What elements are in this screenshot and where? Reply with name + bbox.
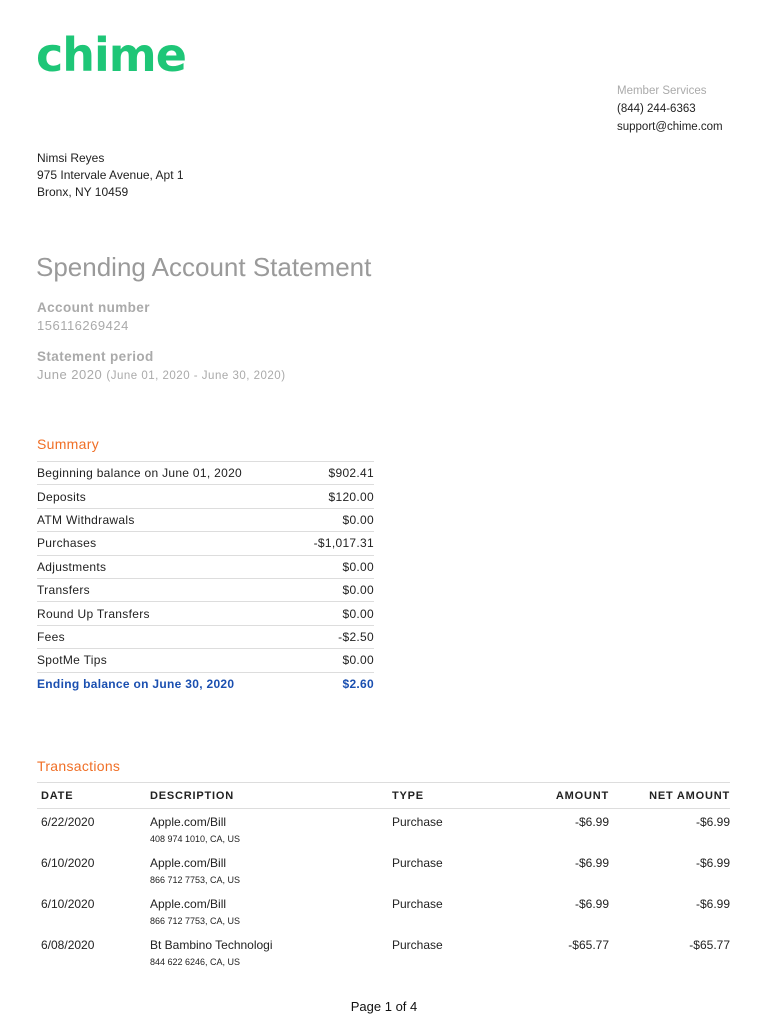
statement-period-range: (June 01, 2020 - June 30, 2020) — [106, 370, 286, 382]
summary-label: ATM Withdrawals — [37, 512, 135, 527]
summary-value: $0.00 — [342, 606, 374, 621]
summary-label: Adjustments — [37, 559, 107, 574]
summary-label: Purchases — [37, 536, 97, 551]
summary-label: Round Up Transfers — [37, 606, 150, 621]
summary-value: $0.00 — [342, 653, 374, 668]
summary-label: SpotMe Tips — [37, 653, 107, 668]
tx-merchant-info: 844 622 6246, CA, US — [150, 957, 241, 967]
summary-heading: Summary — [37, 436, 99, 452]
tx-merchant-info: 408 974 1010, CA, US — [150, 834, 241, 844]
summary-value: $0.00 — [342, 559, 374, 574]
summary-row: Beginning balance on June 01, 2020 $902.4… — [37, 462, 374, 486]
tx-date: 6/10/2020 — [41, 897, 95, 911]
summary-value: $0.00 — [342, 512, 374, 527]
tx-type: Purchase — [392, 815, 443, 829]
table-header: DATE DESCRIPTION TYPE AMOUNT NET AMOUNT — [37, 782, 730, 809]
transactions-table: DATE DESCRIPTION TYPE AMOUNT NET AMOUNT … — [37, 782, 730, 973]
address-line2: Bronx, NY 10459 — [37, 185, 129, 199]
summary-label: Fees — [37, 629, 65, 644]
summary-value: $120.00 — [328, 489, 374, 504]
summary-label: Deposits — [37, 489, 87, 504]
tx-date: 6/10/2020 — [41, 856, 95, 870]
table-row: 6/10/2020 Apple.com/Bill 866 712 7753, CA,… — [37, 850, 730, 891]
summary-row: Transfers $0.00 — [37, 579, 374, 603]
tx-amount: -$65.77 — [568, 938, 609, 952]
summary-row: ATM Withdrawals $0.00 — [37, 509, 374, 533]
tx-description: Bt Bambino Technologi — [150, 938, 273, 952]
summary-value: -$1,017.31 — [313, 536, 374, 551]
tx-date: 6/22/2020 — [41, 815, 95, 829]
account-number-value: 156116269424 — [37, 318, 129, 333]
col-description: DESCRIPTION — [150, 789, 234, 802]
col-net-amount: NET AMOUNT — [649, 789, 730, 802]
tx-date: 6/08/2020 — [41, 938, 95, 952]
phone: (844) 244-6363 — [617, 103, 696, 115]
page-title: Spending Account Statement — [36, 252, 372, 282]
tx-type: Purchase — [392, 897, 443, 911]
tx-description: Apple.com/Bill — [150, 815, 227, 829]
summary-value: $0.00 — [342, 583, 374, 598]
ending-balance-label: Ending balance on June 30, 2020 — [37, 677, 235, 692]
summary-table: Beginning balance on June 01, 2020 $902.4… — [37, 461, 374, 696]
member-services-label: Member Services — [617, 85, 707, 97]
summary-value: -$2.50 — [338, 629, 374, 644]
tx-net-amount: -$6.99 — [695, 856, 730, 870]
summary-row: SpotMe Tips $0.00 — [37, 649, 374, 673]
summary-label: Transfers — [37, 583, 90, 598]
table-row: 6/22/2020 Apple.com/Bill 408 974 1010, CA,… — [37, 809, 730, 850]
tx-type: Purchase — [392, 938, 443, 952]
tx-description: Apple.com/Bill — [150, 856, 227, 870]
account-number-label: Account number — [37, 300, 150, 315]
chime-logo: chime — [36, 28, 187, 82]
summary-label: Beginning balance on June 01, 2020 — [37, 466, 243, 481]
summary-row: Adjustments $0.00 — [37, 556, 374, 579]
summary-row: Deposits $120.00 — [37, 485, 374, 509]
summary-row: Fees -$2.50 — [37, 626, 374, 650]
member-services: Member Services (844) 244-6363 support@c… — [617, 82, 723, 136]
tx-type: Purchase — [392, 856, 443, 870]
tx-net-amount: -$65.77 — [689, 938, 730, 952]
transactions-heading: Transactions — [37, 758, 121, 774]
recipient-address: Nimsi Reyes 975 Intervale Avenue, Apt 1 … — [37, 150, 184, 201]
tx-net-amount: -$6.99 — [695, 897, 730, 911]
tx-merchant-info: 866 712 7753, CA, US — [150, 916, 241, 926]
recipient-name: Nimsi Reyes — [37, 151, 105, 165]
page-number: Page 1 of 4 — [350, 999, 418, 1014]
tx-net-amount: -$6.99 — [695, 815, 730, 829]
statement-period-label: Statement period — [37, 349, 154, 364]
col-date: DATE — [41, 789, 74, 802]
table-row: 6/08/2020 Bt Bambino Technologi 844 622 62… — [37, 932, 730, 973]
table-row: 6/10/2020 Apple.com/Bill 866 712 7753, CA,… — [37, 891, 730, 932]
statement-period: Statement period June 2020 (June 01, 202… — [37, 349, 286, 382]
ending-balance-row: Ending balance on June 30, 2020 $2.60 — [37, 673, 374, 696]
tx-amount: -$6.99 — [574, 815, 609, 829]
statement-period-value: June 2020 — [37, 367, 103, 382]
account-number: Account number 156116269424 — [37, 300, 150, 333]
email: support@chime.com — [617, 121, 723, 133]
address-line1: 975 Intervale Avenue, Apt 1 — [37, 168, 184, 182]
tx-amount: -$6.99 — [574, 856, 609, 870]
tx-merchant-info: 866 712 7753, CA, US — [150, 875, 241, 885]
ending-balance-value: $2.60 — [342, 677, 374, 692]
summary-row: Purchases -$1,017.31 — [37, 532, 374, 556]
summary-row: Round Up Transfers $0.00 — [37, 602, 374, 626]
col-amount: AMOUNT — [555, 789, 609, 802]
tx-amount: -$6.99 — [574, 897, 609, 911]
summary-value: $902.41 — [328, 466, 374, 481]
tx-description: Apple.com/Bill — [150, 897, 227, 911]
col-type: TYPE — [392, 789, 424, 802]
